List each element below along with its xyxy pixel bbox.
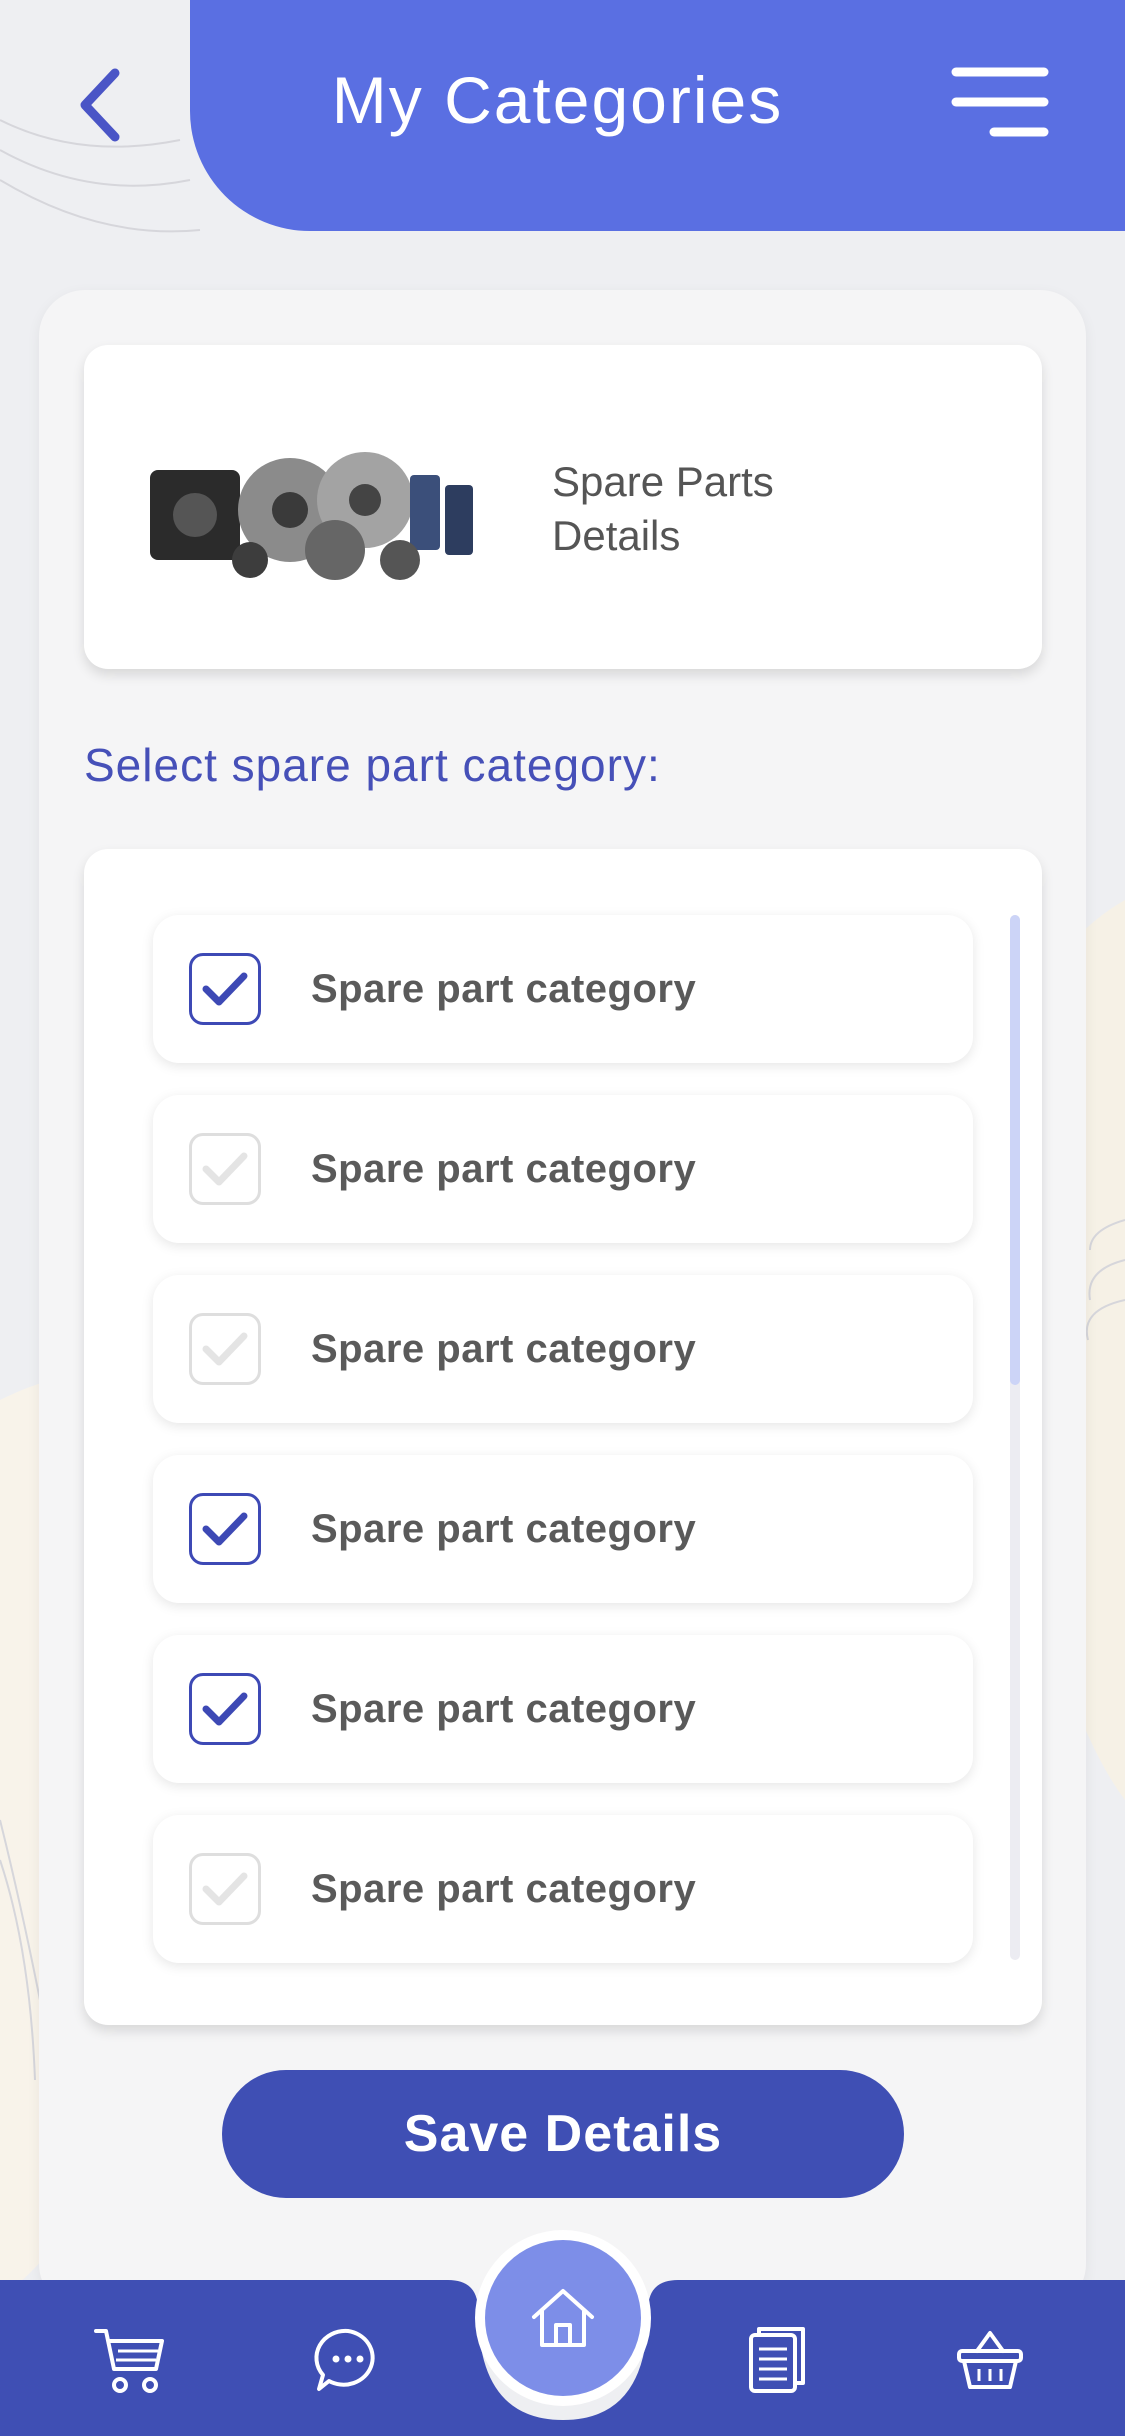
chat-nav-button[interactable] — [308, 2320, 388, 2400]
home-button-inner — [485, 2240, 641, 2396]
cart-nav-button[interactable] — [90, 2320, 170, 2400]
category-checkbox[interactable] — [189, 1133, 261, 1205]
category-label: Spare part category — [311, 1867, 697, 1911]
category-item[interactable]: Spare part category — [153, 1275, 973, 1423]
category-checkbox[interactable] — [189, 1853, 261, 1925]
basket-nav-button[interactable] — [950, 2320, 1030, 2400]
category-item[interactable]: Spare part category — [153, 1635, 973, 1783]
category-item[interactable]: Spare part category — [153, 915, 973, 1063]
checkmark-icon — [202, 1692, 248, 1726]
category-checkbox[interactable] — [189, 953, 261, 1025]
page-title: My Categories — [331, 63, 784, 137]
category-item[interactable]: Spare part category — [153, 1455, 973, 1603]
checkmark-icon — [202, 1332, 248, 1366]
category-label: Spare part category — [311, 967, 697, 1011]
menu-icon — [951, 67, 1049, 137]
orders-nav-button[interactable] — [737, 2320, 817, 2400]
category-label: Spare part category — [311, 1147, 697, 1191]
spare-parts-image — [150, 452, 473, 580]
menu-button[interactable] — [950, 64, 1050, 144]
section-label: Select spare part category: — [84, 739, 661, 791]
chat-icon — [314, 2328, 375, 2391]
checkmark-icon — [202, 1152, 248, 1186]
product-title: Spare Parts Details — [552, 458, 774, 559]
category-checkbox[interactable] — [189, 1673, 261, 1745]
back-arrow-icon — [80, 68, 120, 142]
category-label: Spare part category — [311, 1507, 697, 1551]
checkmark-icon — [202, 972, 248, 1006]
document-icon — [749, 2327, 805, 2393]
category-label: Spare part category — [311, 1687, 697, 1731]
category-checkbox[interactable] — [189, 1493, 261, 1565]
category-checkbox[interactable] — [189, 1313, 261, 1385]
scrollbar-thumb[interactable] — [1010, 915, 1020, 1385]
home-nav-button[interactable] — [475, 2230, 651, 2406]
home-icon — [532, 2289, 594, 2347]
basket-icon — [957, 2331, 1023, 2389]
cart-icon — [94, 2329, 164, 2393]
checkmark-icon — [202, 1512, 248, 1546]
category-item[interactable]: Spare part category — [153, 1815, 973, 1963]
category-label: Spare part category — [311, 1327, 697, 1371]
save-details-button[interactable]: Save Details — [222, 2070, 904, 2198]
category-item[interactable]: Spare part category — [153, 1095, 973, 1243]
checkmark-icon — [202, 1872, 248, 1906]
back-button[interactable] — [60, 60, 140, 150]
